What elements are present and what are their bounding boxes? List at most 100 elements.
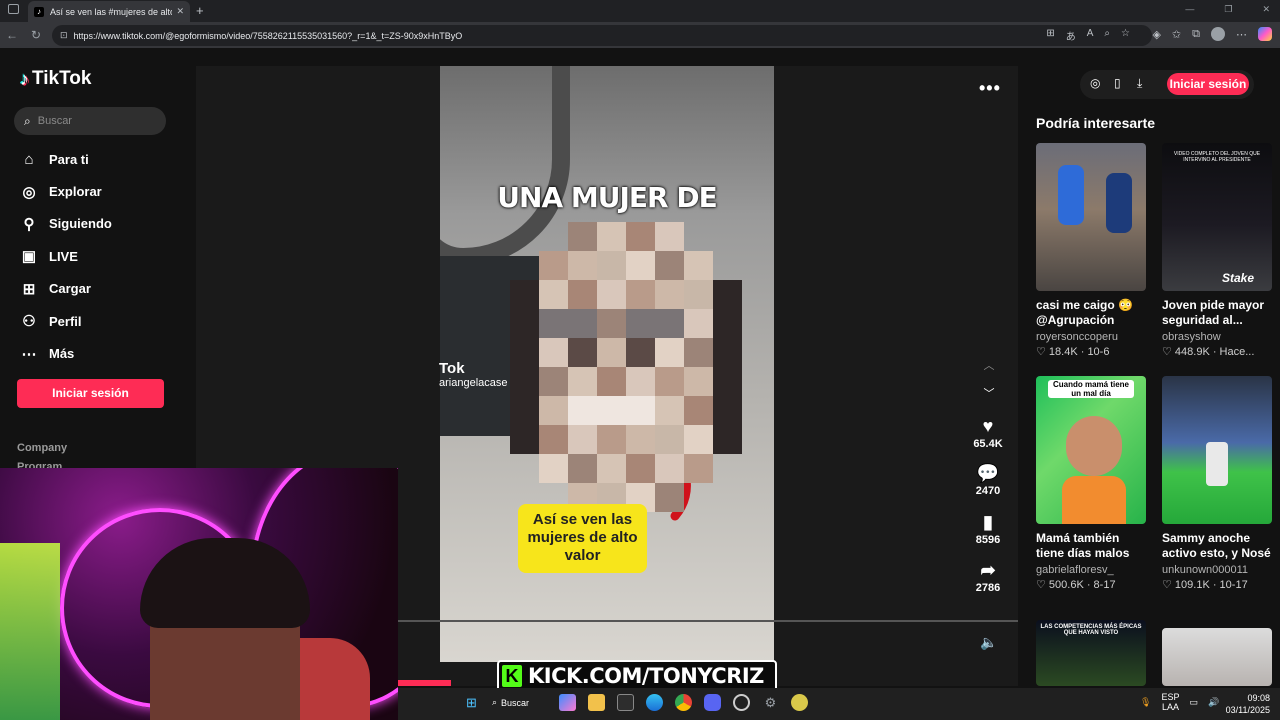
- thumbnail-text: Cuando mamá tiene un mal día: [1048, 380, 1134, 398]
- close-tab-icon[interactable]: ✕: [176, 6, 184, 17]
- face-pixel: [655, 280, 684, 309]
- language-indicator[interactable]: ESP LAA: [1161, 692, 1179, 712]
- minimize-icon[interactable]: —: [1185, 4, 1194, 15]
- obs-icon[interactable]: [733, 694, 750, 711]
- edge-icon[interactable]: [646, 694, 663, 711]
- network-icon[interactable]: ▭: [1189, 697, 1198, 708]
- maximize-icon[interactable]: ❐: [1224, 4, 1232, 15]
- extension-icon[interactable]: ◈: [1152, 28, 1160, 41]
- favorites-icon[interactable]: ✩: [1172, 28, 1181, 41]
- face-pixel: [713, 280, 742, 309]
- url-field[interactable]: ⊡ https://www.tiktok.com/@egoformismo/vi…: [52, 25, 1152, 46]
- collections-icon[interactable]: ⧉: [1192, 28, 1200, 41]
- app-icon[interactable]: [791, 694, 808, 711]
- previous-video-icon[interactable]: ︿: [980, 352, 998, 380]
- app-available-icon[interactable]: ⊞: [1046, 28, 1054, 43]
- tab-actions-icon[interactable]: [8, 4, 19, 14]
- suggestion-card[interactable]: casi me caigo 😳 @Agrupación Furia... roy…: [1036, 143, 1146, 358]
- profile-avatar[interactable]: [1211, 27, 1225, 41]
- zoom-icon[interactable]: ⌕: [1104, 28, 1110, 43]
- child-figure: [1066, 416, 1122, 476]
- window-controls: — ❐ ✕: [1185, 4, 1270, 15]
- copilot-icon[interactable]: [1258, 27, 1272, 41]
- watermark-logo-text: Tok: [439, 360, 465, 377]
- copilot-app-icon[interactable]: [559, 694, 576, 711]
- sidebar-item-live[interactable]: ▣ LIVE: [20, 240, 112, 272]
- suggestion-card[interactable]: [1162, 628, 1272, 686]
- video-progress-track[interactable]: [398, 620, 1018, 622]
- streamer-webcam: [0, 468, 398, 720]
- translate-icon[interactable]: あ: [1066, 28, 1076, 43]
- sidebar-item-label: Más: [49, 346, 75, 362]
- read-aloud-icon[interactable]: A: [1087, 28, 1094, 43]
- volume-icon[interactable]: 🔈: [980, 634, 997, 651]
- site-info-icon[interactable]: ⊡: [60, 30, 68, 41]
- store-icon[interactable]: [617, 694, 634, 711]
- face-pixel: [510, 309, 539, 338]
- face-pixel: [510, 367, 539, 396]
- taskbar-search-label: Buscar: [501, 697, 530, 708]
- sidebar-item-cargar[interactable]: ⊞ Cargar: [20, 273, 112, 305]
- next-video-icon[interactable]: ﹀: [980, 380, 998, 408]
- back-icon[interactable]: ←: [0, 28, 24, 42]
- face-pixel: [655, 483, 684, 512]
- sidebar-item-perfil[interactable]: ⚇ Perfil: [20, 305, 112, 337]
- discord-icon[interactable]: [704, 694, 721, 711]
- face-pixel: [510, 396, 539, 425]
- coins-icon[interactable]: ◎: [1090, 76, 1100, 90]
- header-login-button[interactable]: Iniciar sesión: [1167, 73, 1249, 95]
- face-pixel: [568, 454, 597, 483]
- close-window-icon[interactable]: ✕: [1262, 4, 1270, 15]
- save-count: 8596: [975, 534, 1001, 546]
- face-pixel: [626, 425, 655, 454]
- save-button[interactable]: ▮ 8596: [968, 510, 1008, 546]
- settings-gear-icon[interactable]: ⚙: [762, 694, 779, 711]
- suggestion-user: royersonccoperu: [1036, 331, 1118, 343]
- browser-tab[interactable]: ♪ Así se ven las #mujeres de alto va ✕: [28, 1, 190, 22]
- suggestion-thumbnail: [1162, 628, 1272, 686]
- favorite-star-icon[interactable]: ☆: [1121, 28, 1130, 43]
- windows-start-icon[interactable]: ⊞: [463, 694, 480, 711]
- chrome-icon[interactable]: [675, 694, 692, 711]
- suggestion-card[interactable]: Cuando mamá tiene un mal día Mamá tambié…: [1036, 376, 1146, 591]
- sidebar-nav: ⌂ Para ti ◎ Explorar ⚲ Siguiendo ▣ LIVE ⊞ Car…: [20, 143, 112, 370]
- sidebar-item-explorar[interactable]: ◎ Explorar: [20, 175, 112, 207]
- suggestion-card[interactable]: VIDEO COMPLETO DEL JOVEN QUE INTERVINO A…: [1162, 143, 1272, 358]
- sidebar-item-siguiendo[interactable]: ⚲ Siguiendo: [20, 208, 112, 240]
- logo-text: TikTok: [32, 68, 92, 89]
- settings-more-icon[interactable]: ⋯: [1236, 28, 1247, 41]
- face-pixel: [655, 454, 684, 483]
- upload-icon: ⊞: [22, 280, 36, 298]
- face-pixel: [568, 425, 597, 454]
- tiktok-logo[interactable]: ♪ TikTok: [20, 68, 91, 90]
- sidebar-item-mas[interactable]: ⋯ Más: [20, 337, 112, 369]
- suggestion-stats: ♡ 18.4K · 10-6: [1036, 346, 1110, 358]
- comment-button[interactable]: 💬 2470: [968, 461, 1008, 497]
- file-explorer-icon[interactable]: [588, 694, 605, 711]
- like-button[interactable]: ♥ 65.4K: [968, 414, 1008, 450]
- face-pixel: [568, 251, 597, 280]
- mic-icon[interactable]: 🎙: [1140, 697, 1151, 708]
- thumbnail-text: VIDEO COMPLETO DEL JOVEN QUE INTERVINO A…: [1173, 151, 1261, 163]
- share-button[interactable]: ➦ 2786: [968, 558, 1008, 594]
- face-pixel: [655, 396, 684, 425]
- phone-icon[interactable]: ▯: [1114, 76, 1121, 90]
- taskbar-search[interactable]: ⌕ Buscar: [492, 697, 547, 708]
- face-pixel: [684, 280, 713, 309]
- suggestion-card[interactable]: Sammy anoche activo esto, y Nosé ... unk…: [1162, 376, 1272, 591]
- thumbnail-text: Stake: [1222, 271, 1255, 285]
- face-pixel: [597, 367, 626, 396]
- download-icon[interactable]: ⤓: [1137, 76, 1142, 91]
- taskbar-clock[interactable]: 09:08 03/11/2025: [1224, 692, 1270, 716]
- sidebar-item-para-ti[interactable]: ⌂ Para ti: [20, 143, 112, 175]
- face-pixel: [684, 251, 713, 280]
- suggestion-card[interactable]: LAS COMPETENCIAS MÁS ÉPICAS QUE HAYAN VI…: [1036, 620, 1146, 686]
- volume-tray-icon[interactable]: 🔊: [1208, 697, 1219, 708]
- sidebar-login-button[interactable]: Iniciar sesión: [17, 379, 164, 408]
- more-options-icon[interactable]: •••: [979, 78, 1001, 99]
- reload-icon[interactable]: ↻: [24, 28, 48, 42]
- new-tab-icon[interactable]: +: [196, 3, 204, 18]
- comment-icon: 💬: [976, 463, 1000, 483]
- footer-link-company[interactable]: Company: [17, 439, 67, 458]
- search-input[interactable]: ⌕ Buscar: [14, 107, 166, 135]
